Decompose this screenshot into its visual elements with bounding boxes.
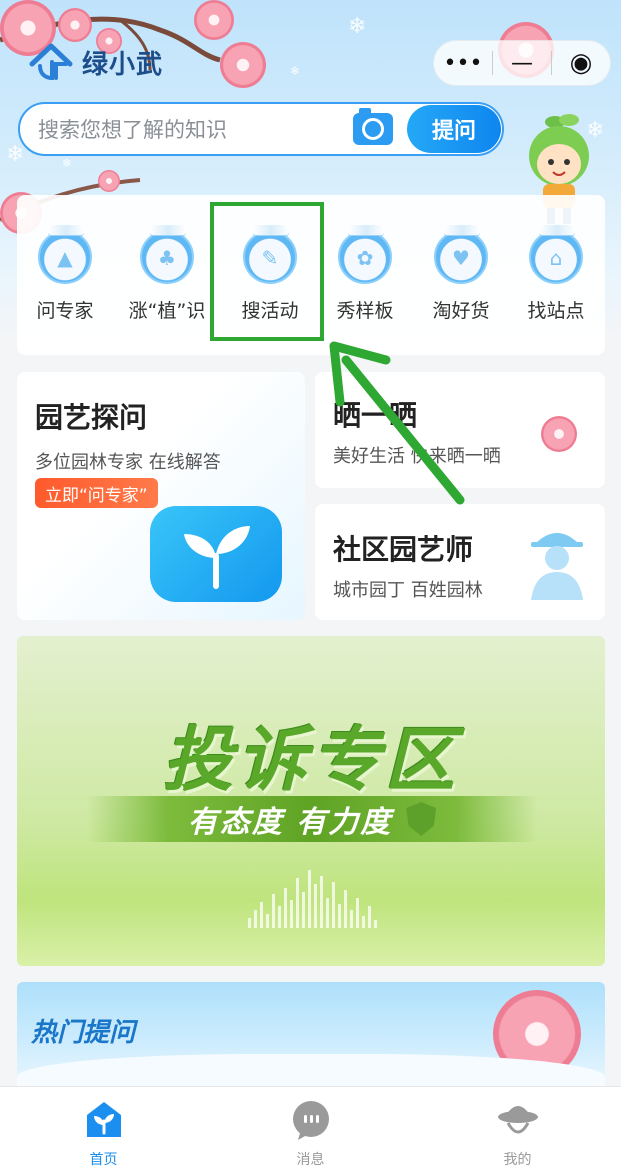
quick-nav-label: 涨“植”识 [128,300,206,322]
location-icon: ⌂ [529,225,583,284]
quick-nav-showcase[interactable]: ✿ 秀样板 [320,225,410,323]
card-title: 晒一晒 [333,399,418,432]
app-name: 绿小武 [82,49,164,80]
quick-nav-label: 问专家 [36,300,94,322]
community-gardener-card[interactable]: 社区园艺师 城市园丁 百姓园林 [315,504,605,620]
highlight-box-annotation [210,202,324,341]
blossom-decoration [58,8,92,42]
tab-home[interactable]: 首页 [0,1087,207,1169]
quick-nav-shop[interactable]: ♥ 淘好货 [416,225,506,323]
house-logo-icon [29,43,73,81]
tab-label: 我的 [503,1152,532,1168]
person-hat-icon [497,1106,538,1134]
blossom-decoration [220,42,266,88]
snowflake-icon: ❄ [62,156,73,170]
minimize-icon[interactable]: — [493,41,551,85]
shield-icon [406,802,437,836]
hand-leaf-icon: ♥ [434,225,488,284]
hot-questions-section[interactable]: 热门提问 [17,982,605,1092]
tab-label: 首页 [89,1152,118,1168]
card-subtitle: 多位园林专家 在线解答 [35,452,221,473]
mini-program-capsule: ••• — ◉ [433,40,611,86]
card-subtitle: 城市园丁 百姓园林 [333,580,483,601]
blossom-decoration [194,0,234,40]
complaint-banner[interactable]: 投诉专区 有态度 有力度 [17,636,605,966]
blossom-icon [541,416,577,452]
search-input[interactable]: 搜索您想了解的知识 [20,114,353,144]
garden-ask-card[interactable]: 园艺探问 多位园林专家 在线解答 立即“问专家” [17,372,305,620]
camera-icon[interactable] [353,108,393,145]
card-subtitle: 美好生活 快来晒一晒 [333,446,501,467]
ask-button[interactable]: 提问 [407,105,501,153]
quick-nav-find-station[interactable]: ⌂ 找站点 [511,225,601,323]
banner-title: 投诉专区 [163,719,459,801]
snowflake-icon: ❄ [348,14,367,39]
quick-nav-label: 淘好货 [432,300,490,322]
tab-messages[interactable]: 消息 [207,1087,414,1169]
soundwave-decoration [137,868,487,928]
quick-nav-label: 找站点 [527,300,585,322]
snowflake-icon: ❄ [6,142,25,167]
quick-nav-ask-expert[interactable]: ▲ 问专家 [20,225,110,323]
close-icon[interactable]: ◉ [552,41,610,85]
clover-icon: ♣ [140,225,194,284]
ask-expert-tag[interactable]: 立即“问专家” [35,478,158,508]
quick-nav-label: 秀样板 [336,300,394,322]
tab-label: 消息 [296,1152,325,1168]
more-icon[interactable]: ••• [434,41,492,85]
bottom-tab-bar: 首页 消息 我的 [0,1086,621,1169]
sprout-icon [150,506,282,602]
snowflake-icon: ❄ [290,64,301,78]
section-title: 热门提问 [31,1018,136,1048]
quick-nav-plant-knowledge[interactable]: ♣ 涨“植”识 [122,225,212,323]
card-title: 园艺探问 [35,401,148,434]
paw-icon: ✿ [338,225,392,284]
banner-strip: 有态度 有力度 [87,796,537,842]
share-card[interactable]: 晒一晒 美好生活 快来晒一晒 [315,372,605,488]
gardener-icon [531,533,583,600]
graduation-cap-icon: ▲ [38,225,92,284]
chat-bubble-icon [292,1101,329,1140]
search-bar[interactable]: 搜索您想了解的知识 提问 [18,102,504,156]
app-logo: 绿小武 [26,42,163,82]
home-leaf-icon [86,1102,121,1137]
blossom-decoration [98,170,120,192]
banner-subtitle: 有态度 有力度 [187,805,393,840]
card-title: 社区园艺师 [333,533,474,566]
tab-mine[interactable]: 我的 [414,1087,621,1169]
